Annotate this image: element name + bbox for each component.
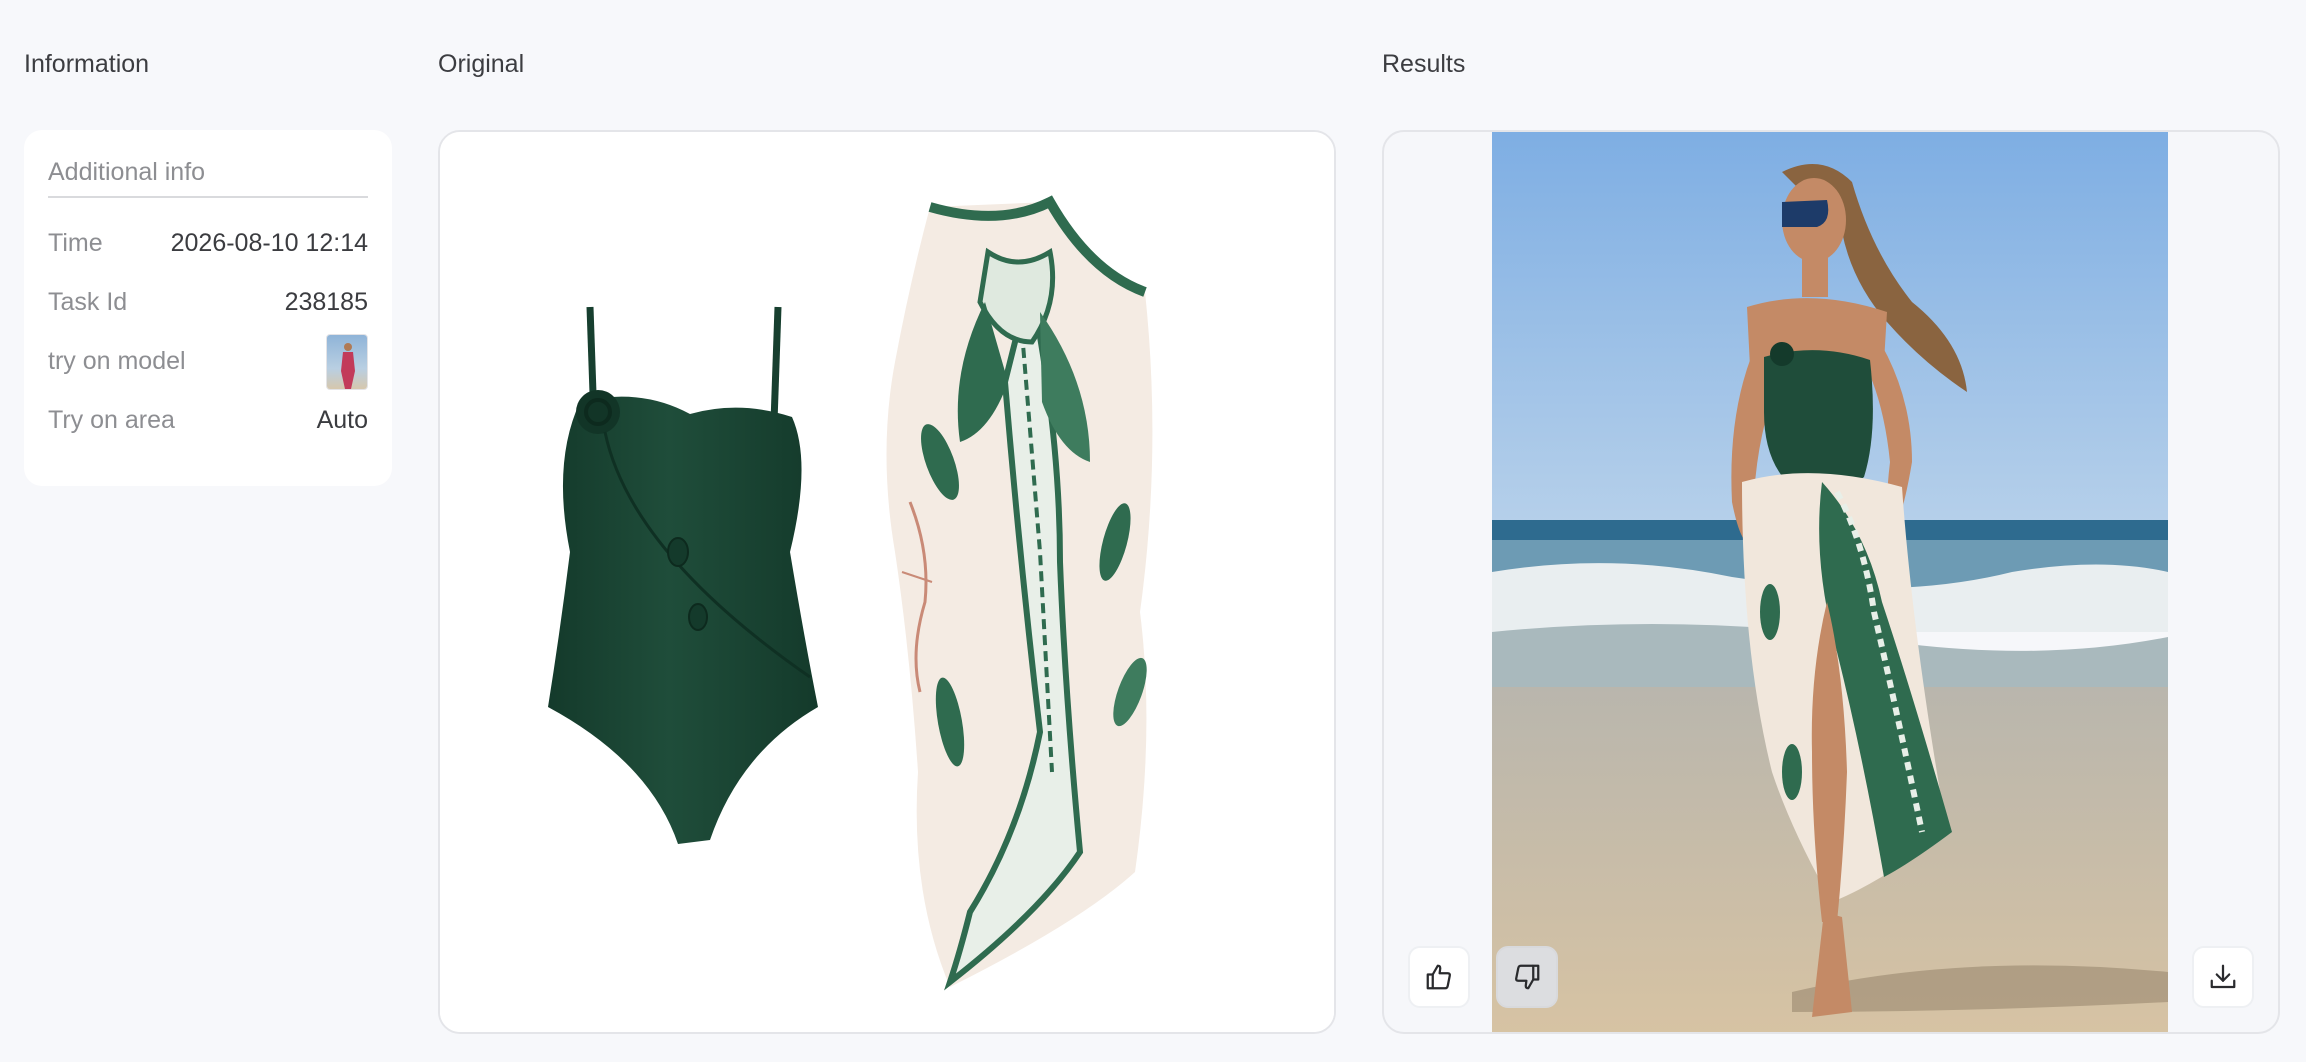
info-row-task-id: Task Id 238185 [48,273,368,332]
divider [48,196,368,198]
download-button[interactable] [2192,946,2254,1008]
info-row-try-on-area: Try on area Auto [48,391,368,450]
task-id-label: Task Id [48,288,128,316]
additional-info-card: Additional info Time 2026-08-10 12:14 Ta… [24,130,392,486]
thumbs-up-icon [1426,964,1451,990]
results-panel [1382,130,2280,1034]
information-title: Information [24,50,150,78]
like-button[interactable] [1408,946,1470,1008]
info-row-time: Time 2026-08-10 12:14 [48,214,368,273]
model-thumbnail[interactable] [326,333,368,390]
result-image[interactable] [1492,132,2168,1034]
try-on-area-value: Auto [316,406,368,434]
try-on-model-label: try on model [48,347,186,375]
dislike-button[interactable] [1496,946,1558,1008]
task-id-value: 238185 [284,288,368,316]
original-garments-image [440,132,1334,1032]
download-icon [2210,964,2236,989]
info-row-try-on-model: try on model [48,332,368,391]
time-value: 2026-08-10 12:14 [170,229,368,257]
original-title: Original [438,50,525,78]
time-label: Time [48,229,103,257]
results-title: Results [1382,50,1466,78]
thumbs-down-icon [1515,964,1540,990]
original-image-panel [438,130,1336,1034]
try-on-area-label: Try on area [48,406,175,434]
additional-info-heading: Additional info [48,158,206,186]
